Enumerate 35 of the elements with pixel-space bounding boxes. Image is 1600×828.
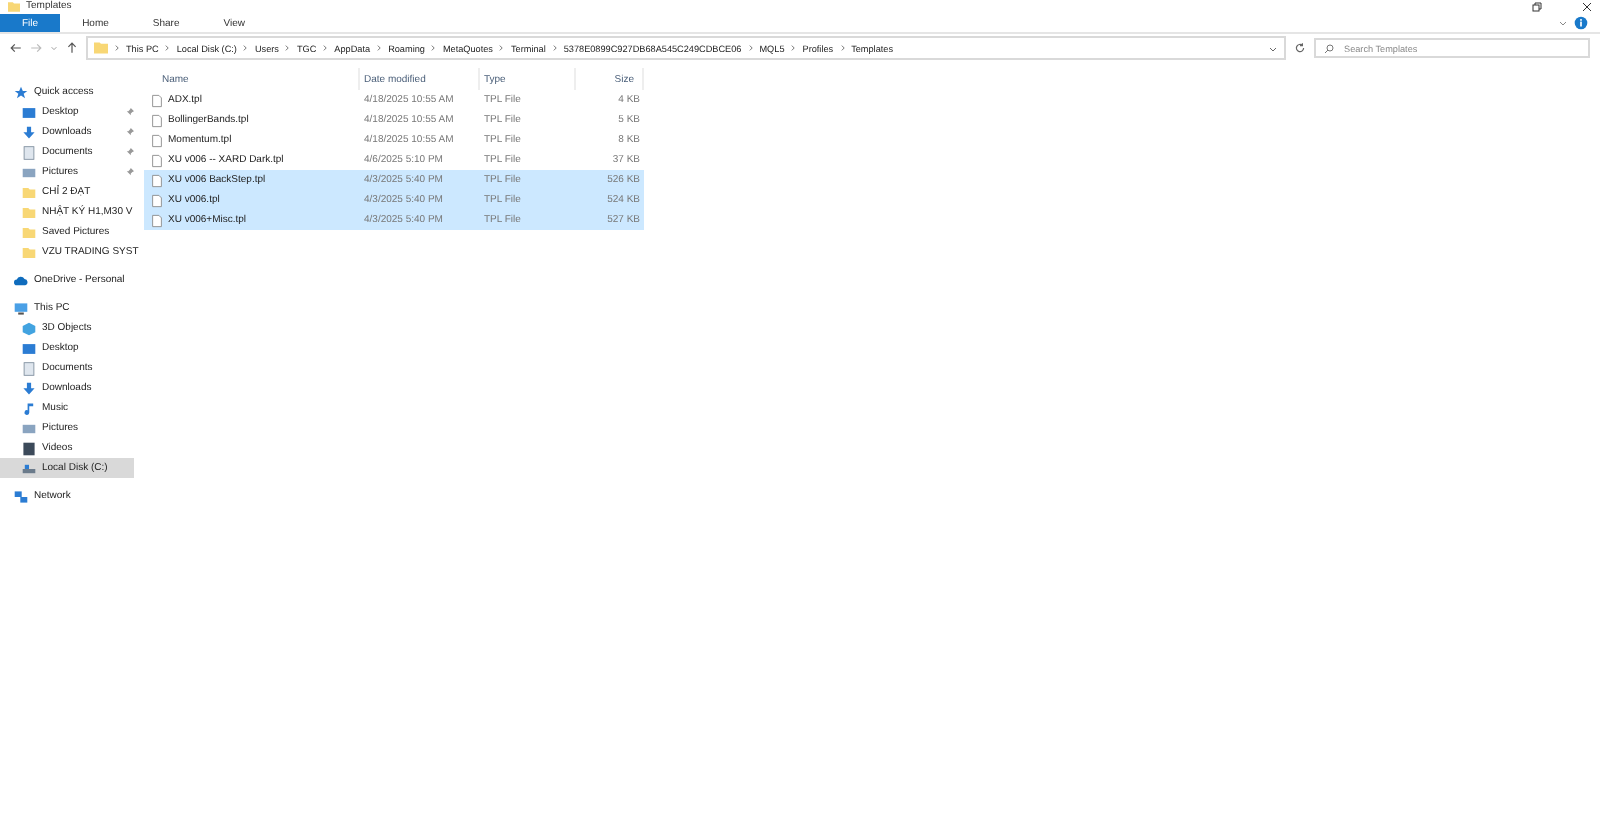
chevron-right-icon [114, 44, 120, 52]
picture-icon [22, 421, 36, 435]
chevron-right-icon [839, 44, 846, 52]
chevron-right-icon [164, 44, 171, 52]
download-arrow-icon [22, 125, 36, 139]
close-icon[interactable] [1582, 2, 1592, 12]
chevron-right-icon [551, 44, 558, 52]
network-icon [14, 489, 28, 503]
cube-icon [22, 321, 36, 335]
folder-icon [94, 42, 108, 54]
download-arrow-icon [22, 381, 36, 395]
chevron-right-icon [498, 44, 505, 52]
document-icon [22, 145, 36, 159]
chevron-right-icon [747, 44, 754, 52]
drive-icon [22, 461, 36, 475]
desktop-icon [22, 105, 36, 119]
desktop-icon [22, 341, 36, 355]
chevron-right-icon [284, 44, 291, 52]
help-icon[interactable] [1574, 14, 1588, 32]
computer-icon [14, 301, 28, 315]
film-icon [22, 441, 36, 455]
refresh-icon[interactable] [1294, 42, 1306, 54]
chevron-right-icon [790, 44, 797, 52]
star-icon [14, 85, 28, 99]
chevron-right-icon [430, 44, 437, 52]
cloud-icon [14, 273, 28, 287]
music-note-icon [22, 401, 36, 415]
chevron-right-icon [322, 44, 329, 52]
back-arrow-icon[interactable] [10, 42, 22, 54]
picture-icon [22, 165, 36, 179]
chevron-right-icon [376, 44, 383, 52]
up-arrow-icon[interactable] [66, 42, 78, 54]
chevron-right-icon [242, 44, 249, 52]
restore-icon[interactable] [1532, 2, 1542, 12]
document-icon [22, 361, 36, 375]
